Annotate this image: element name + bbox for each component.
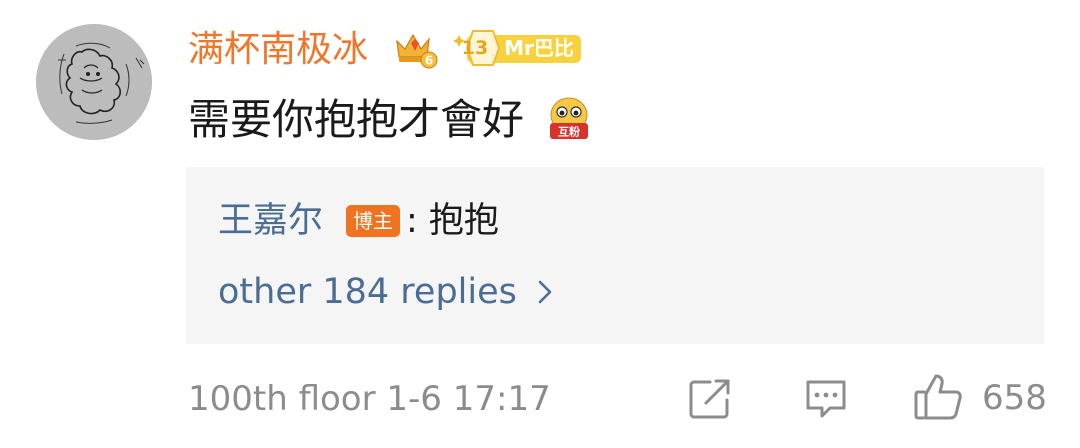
fan-level: 13 <box>461 37 489 59</box>
comment-text: 需要你抱抱才會好 <box>188 95 525 144</box>
fan-badge-name: Mr巴比 <box>504 36 574 60</box>
comment-button[interactable] <box>802 376 850 422</box>
avatar[interactable] <box>36 24 152 140</box>
reply-box[interactable]: 王嘉尔 博主 : 抱抱 other 184 replies <box>186 167 1044 344</box>
fan-badge[interactable]: 13 Mr巴比 <box>447 29 585 67</box>
floor-number: 100th floor <box>188 379 376 419</box>
blogger-badge: 博主 <box>346 205 400 237</box>
share-icon <box>689 379 730 419</box>
crown-badge[interactable]: 6 <box>393 27 439 69</box>
emoji-label: 互粉 <box>558 125 580 139</box>
like-count: 658 <box>982 378 1047 418</box>
comment-date: 1-6 17:17 <box>386 379 551 419</box>
username[interactable]: 满杯南极冰 <box>188 26 368 74</box>
more-replies-label: other 184 replies <box>218 272 517 312</box>
reply-content: : 抱抱 <box>406 201 499 241</box>
crown-icon: 6 <box>396 33 438 69</box>
more-replies-link[interactable]: other 184 replies <box>218 269 553 315</box>
chevron-right-icon <box>538 280 552 304</box>
reply-author[interactable]: 王嘉尔 <box>218 199 323 243</box>
share-button[interactable] <box>686 376 734 422</box>
avatar-sketch-image <box>36 24 152 140</box>
emoji-face-icon: 互粉 <box>550 97 588 139</box>
floor-meta: 100th floor 1-6 17:17 <box>188 376 551 422</box>
thumbs-up-icon <box>914 374 962 420</box>
fan-emoji: 互粉 <box>548 95 590 141</box>
comment-icon <box>806 380 846 418</box>
comment-item: 满杯南极冰 6 13 Mr巴比 需要你抱抱才會好 互粉 王嘉尔 博主: 抱抱 … <box>0 0 1080 448</box>
like-button[interactable]: 658 <box>912 372 1052 422</box>
crown-level: 6 <box>425 54 433 68</box>
